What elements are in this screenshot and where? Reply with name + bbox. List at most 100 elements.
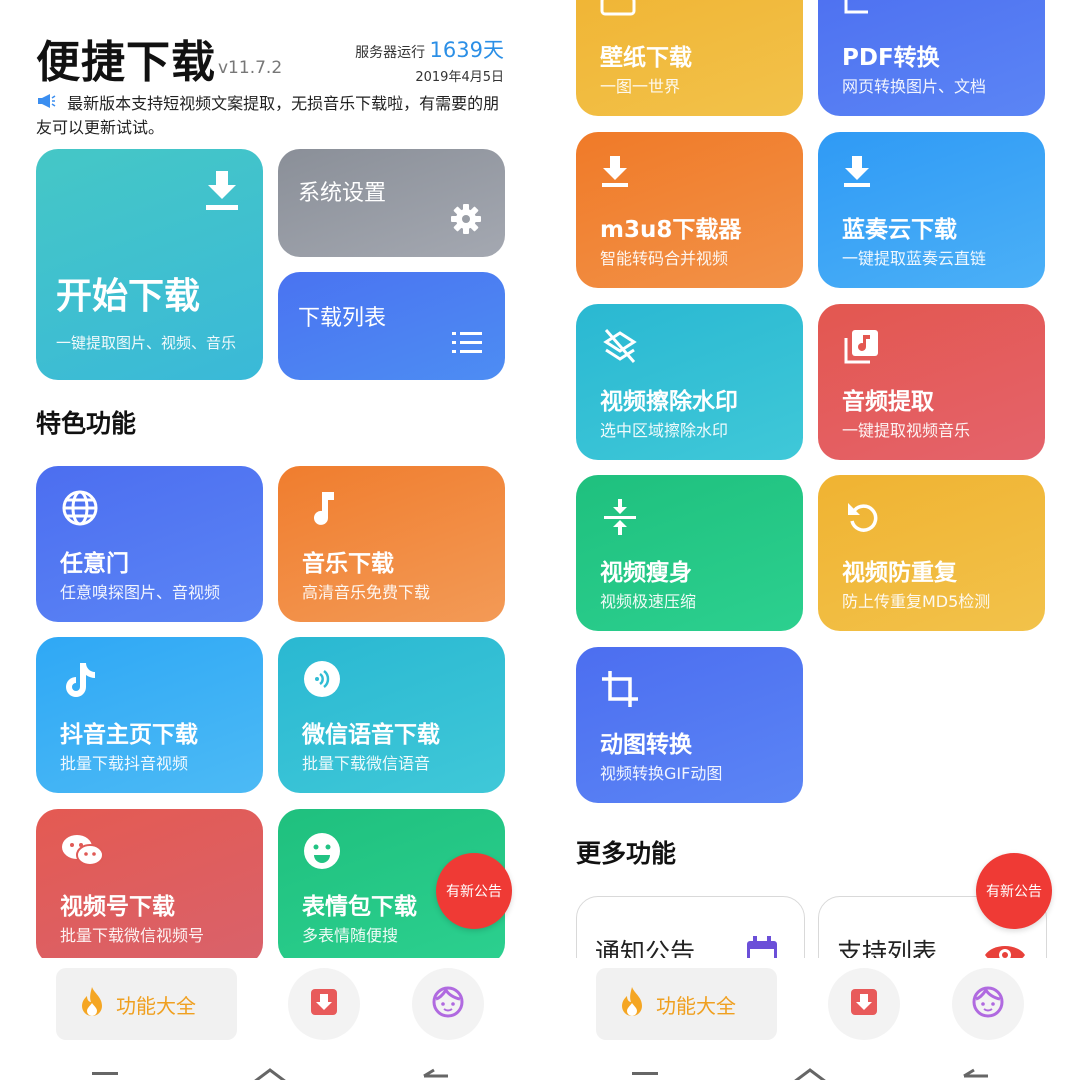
feature-tile-audio-extract[interactable]: 音频提取 一键提取视频音乐 [818, 304, 1045, 460]
right-screen: 壁纸下载 一图一世界 PDF转换 网页转换图片、文档 m3u8下载器 智能转码合… [540, 0, 1080, 1080]
tiktok-icon [60, 659, 100, 699]
flame-icon [78, 985, 106, 1023]
feature-title: 壁纸下载 [600, 45, 692, 71]
list-icon [452, 330, 482, 360]
document-icon [842, 0, 878, 22]
home-nav-icon[interactable] [252, 1068, 288, 1080]
more-section-title: 更多功能 [576, 839, 677, 868]
feature-title: 音频提取 [842, 389, 934, 415]
feature-subtitle: 批量下载微信语音 [302, 754, 431, 773]
back-nav-icon[interactable] [962, 1068, 988, 1080]
feature-title: 视频瘦身 [600, 560, 692, 586]
wechat-icon [60, 831, 106, 871]
layers-off-icon [600, 326, 640, 366]
feature-subtitle: 批量下载抖音视频 [60, 754, 189, 773]
start-download-subtitle: 一键提取图片、视频、音乐 [56, 334, 237, 352]
feature-title: m3u8下载器 [600, 217, 742, 243]
feature-title: 视频号下载 [60, 894, 175, 920]
feature-title: 微信语音下载 [302, 722, 440, 748]
download-icon [842, 154, 882, 194]
app-title: 便捷下载 [36, 37, 216, 88]
feature-subtitle: 防上传重复MD5检测 [842, 592, 991, 611]
feature-tile-m3u8[interactable]: m3u8下载器 智能转码合并视频 [576, 132, 803, 288]
feature-subtitle: 一键提取蓝奏云直链 [842, 249, 987, 268]
feature-title: 蓝奏云下载 [842, 217, 957, 243]
download-icon [204, 169, 240, 213]
nav-downloads[interactable] [828, 968, 900, 1040]
feature-title: 音乐下载 [302, 551, 394, 577]
feature-title: 任意门 [60, 551, 129, 577]
start-download-title: 开始下载 [56, 276, 201, 317]
flame-icon [618, 985, 646, 1023]
feature-tile-channels[interactable]: 视频号下载 批量下载微信视频号 [36, 809, 263, 965]
left-screen: 便捷下载 v11.7.2 服务器运行 1639天 2019年4月5日 最新版本支… [0, 0, 540, 1080]
settings-title: 系统设置 [298, 181, 387, 206]
feature-subtitle: 多表情随便搜 [302, 926, 399, 945]
featured-section-title: 特色功能 [36, 409, 137, 438]
feature-tile-portal[interactable]: 任意门 任意嗅探图片、音视频 [36, 466, 263, 622]
feature-subtitle: 一图一世界 [600, 77, 681, 96]
feature-subtitle: 智能转码合并视频 [600, 249, 729, 268]
notice-text: 最新版本支持短视频文案提取，无损音乐下载啦，有需要的朋友可以更新试试。 [36, 94, 500, 137]
voice-icon [302, 659, 342, 699]
feature-subtitle: 视频转换GIF动图 [600, 764, 723, 783]
menu-nav-icon[interactable] [632, 1068, 658, 1080]
nav-all-features-label: 功能大全 [656, 993, 736, 1018]
music-note-icon [302, 488, 342, 528]
nav-profile[interactable] [412, 968, 484, 1040]
feature-tile-compress[interactable]: 视频瘦身 视频极速压缩 [576, 475, 803, 631]
feature-title: 抖音主页下载 [60, 722, 198, 748]
server-days: 1639天 [429, 38, 504, 62]
feature-tile-douyin[interactable]: 抖音主页下载 批量下载抖音视频 [36, 637, 263, 793]
server-date: 2019年4月5日 [415, 70, 504, 85]
notice-banner[interactable]: 最新版本支持短视频文案提取，无损音乐下载啦，有需要的朋友可以更新试试。 [36, 92, 506, 140]
download-list-tile[interactable]: 下载列表 [278, 272, 505, 380]
girl-face-icon [971, 985, 1005, 1023]
new-notice-badge[interactable]: 有新公告 [436, 853, 512, 929]
image-icon [600, 0, 636, 22]
feature-subtitle: 选中区域擦除水印 [600, 421, 729, 440]
new-notice-badge[interactable]: 有新公告 [976, 853, 1052, 929]
app-version: v11.7.2 [218, 58, 283, 78]
audio-library-icon [842, 326, 882, 366]
back-nav-icon[interactable] [422, 1068, 448, 1080]
feature-subtitle: 高清音乐免费下载 [302, 583, 431, 602]
feature-tile-pdf[interactable]: PDF转换 网页转换图片、文档 [818, 0, 1045, 116]
feature-subtitle: 批量下载微信视频号 [60, 926, 205, 945]
server-label: 服务器运行 [355, 45, 426, 61]
feature-tile-lanzou[interactable]: 蓝奏云下载 一键提取蓝奏云直链 [818, 132, 1045, 288]
nav-profile[interactable] [952, 968, 1024, 1040]
feature-title: 动图转换 [600, 732, 692, 758]
download-box-icon [849, 987, 879, 1021]
compress-icon [600, 497, 640, 537]
feature-title: 视频擦除水印 [600, 389, 738, 415]
settings-tile[interactable]: 系统设置 [278, 149, 505, 257]
home-nav-icon[interactable] [792, 1068, 828, 1080]
server-uptime: 服务器运行 1639天 [355, 34, 504, 64]
crop-icon [600, 669, 640, 709]
rotate-icon [842, 497, 882, 537]
feature-tile-gif[interactable]: 动图转换 视频转换GIF动图 [576, 647, 803, 803]
feature-tile-dedupe[interactable]: 视频防重复 防上传重复MD5检测 [818, 475, 1045, 631]
feature-title: PDF转换 [842, 45, 940, 71]
globe-icon [60, 488, 100, 528]
feature-tile-wallpaper[interactable]: 壁纸下载 一图一世界 [576, 0, 803, 116]
gear-icon [450, 203, 482, 239]
nav-all-features-label: 功能大全 [116, 993, 196, 1018]
nav-all-features[interactable]: 功能大全 [596, 968, 777, 1040]
feature-subtitle: 视频极速压缩 [600, 592, 697, 611]
start-download-tile[interactable]: 开始下载 一键提取图片、视频、音乐 [36, 149, 263, 380]
megaphone-icon [36, 92, 62, 116]
girl-face-icon [431, 985, 465, 1023]
nav-downloads[interactable] [288, 968, 360, 1040]
feature-subtitle: 任意嗅探图片、音视频 [60, 583, 221, 602]
feature-tile-music[interactable]: 音乐下载 高清音乐免费下载 [278, 466, 505, 622]
feature-title: 表情包下载 [302, 894, 417, 920]
feature-subtitle: 网页转换图片、文档 [842, 77, 987, 96]
feature-tile-watermark[interactable]: 视频擦除水印 选中区域擦除水印 [576, 304, 803, 460]
menu-nav-icon[interactable] [92, 1068, 118, 1080]
download-box-icon [309, 987, 339, 1021]
feature-subtitle: 一键提取视频音乐 [842, 421, 971, 440]
nav-all-features[interactable]: 功能大全 [56, 968, 237, 1040]
feature-tile-wechat-voice[interactable]: 微信语音下载 批量下载微信语音 [278, 637, 505, 793]
